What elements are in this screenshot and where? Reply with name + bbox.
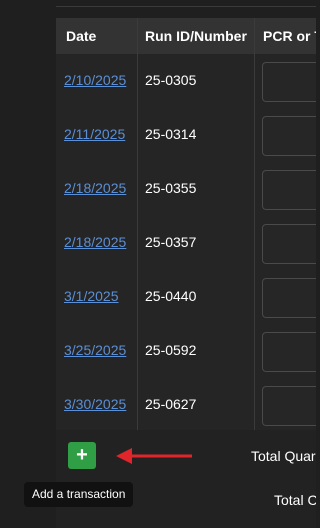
run-id-cell: 25-0627: [145, 396, 197, 412]
add-transaction-tooltip: Add a transaction: [24, 482, 134, 507]
table-header: Date Run ID/Number PCR or T: [56, 18, 316, 55]
column-divider: [137, 54, 138, 108]
column-divider: [254, 270, 255, 324]
header-pcr[interactable]: PCR or T: [263, 18, 316, 54]
pcr-input[interactable]: [262, 116, 316, 156]
column-divider: [254, 162, 255, 216]
date-link[interactable]: 2/11/2025: [64, 126, 125, 142]
pcr-input[interactable]: [262, 386, 316, 426]
column-divider: [137, 324, 138, 378]
column-divider: [137, 108, 138, 162]
column-divider: [254, 378, 255, 432]
date-link[interactable]: 2/10/2025: [64, 72, 126, 88]
pcr-input[interactable]: [262, 62, 316, 102]
date-link[interactable]: 3/25/2025: [64, 342, 126, 358]
column-divider: [137, 162, 138, 216]
header-date[interactable]: Date: [66, 18, 136, 54]
run-id-cell: 25-0357: [145, 234, 197, 250]
run-id-cell: 25-0305: [145, 72, 197, 88]
total-label: Total C: [274, 492, 316, 508]
pcr-input[interactable]: [262, 332, 316, 372]
column-divider: [137, 216, 138, 270]
table-row: 2/18/2025 25-0355: [56, 162, 316, 217]
run-id-cell: 25-0592: [145, 342, 197, 358]
date-link[interactable]: 2/18/2025: [64, 180, 126, 196]
date-link[interactable]: 3/30/2025: [64, 396, 126, 412]
column-divider: [137, 378, 138, 432]
table-row: 3/1/2025 25-0440: [56, 270, 316, 325]
run-id-cell: 25-0314: [145, 126, 197, 142]
run-id-cell: 25-0440: [145, 288, 197, 304]
top-divider: [56, 0, 316, 7]
column-divider: [254, 108, 255, 162]
table-row: 2/10/2025 25-0305: [56, 54, 316, 109]
table-row: 3/30/2025 25-0627: [56, 378, 316, 433]
column-divider: [254, 324, 255, 378]
column-divider: [254, 18, 255, 54]
date-link[interactable]: 3/1/2025: [64, 288, 119, 304]
pcr-input[interactable]: [262, 170, 316, 210]
table-row: 3/25/2025 25-0592: [56, 324, 316, 379]
table-row: 2/18/2025 25-0357: [56, 216, 316, 271]
table-row: 2/11/2025 25-0314: [56, 108, 316, 163]
pcr-input[interactable]: [262, 278, 316, 318]
column-divider: [254, 54, 255, 108]
pcr-input[interactable]: [262, 224, 316, 264]
add-transaction-button[interactable]: +: [68, 442, 96, 469]
plus-icon: +: [76, 444, 88, 466]
header-run-id[interactable]: Run ID/Number: [145, 18, 260, 54]
red-arrow-icon: [116, 448, 192, 464]
app-stage: Date Run ID/Number PCR or T 2/10/2025 25…: [0, 0, 316, 528]
column-divider: [137, 270, 138, 324]
date-link[interactable]: 2/18/2025: [64, 234, 126, 250]
total-quantity-label: Total Quar: [251, 448, 316, 464]
column-divider: [254, 216, 255, 270]
run-id-cell: 25-0355: [145, 180, 197, 196]
column-divider: [137, 18, 138, 54]
